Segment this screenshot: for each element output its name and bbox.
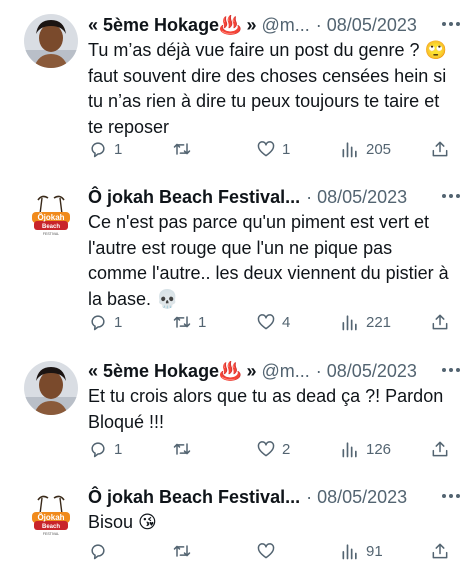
action-bar: 1 1 4 221 bbox=[88, 310, 456, 334]
reply-count: 1 bbox=[114, 140, 123, 158]
views-icon bbox=[342, 142, 357, 158]
like-count: 2 bbox=[282, 440, 291, 458]
like-button[interactable]: 2 bbox=[256, 437, 290, 461]
action-bar: 1 1 205 bbox=[88, 137, 456, 161]
action-bar: 91 bbox=[88, 539, 456, 563]
views-icon bbox=[342, 442, 357, 458]
views-count: 221 bbox=[366, 313, 392, 331]
tweet-text: Et tu crois alors que tu as dead ça ?! P… bbox=[88, 386, 444, 432]
avatar[interactable]: Ôjokah Beach FESTIVAL bbox=[24, 188, 78, 242]
separator-dot: · bbox=[306, 486, 313, 507]
reply-icon bbox=[91, 544, 105, 560]
tweet-header: « 5ème Hokage♨️ » @m... · 08/05/2023 bbox=[88, 12, 460, 38]
reply-button[interactable]: 1 bbox=[88, 310, 122, 334]
tweet-text: Tu m’as déjà vue faire un post du genre … bbox=[88, 40, 447, 137]
like-icon bbox=[257, 314, 275, 330]
more-icon[interactable] bbox=[440, 362, 462, 378]
like-button[interactable]: 1 bbox=[256, 137, 290, 161]
avatar[interactable] bbox=[24, 361, 78, 415]
separator-dot: · bbox=[306, 186, 313, 207]
retweet-icon bbox=[173, 545, 191, 557]
tweet-date[interactable]: 08/05/2023 bbox=[317, 187, 407, 208]
views-count: 205 bbox=[366, 140, 392, 158]
like-icon bbox=[257, 543, 275, 559]
tweet-date[interactable]: 08/05/2023 bbox=[327, 361, 417, 382]
tweet-text: Ce n'est pas parce qu'un piment est vert… bbox=[88, 212, 449, 309]
svg-text:FESTIVAL: FESTIVAL bbox=[43, 232, 59, 236]
share-button[interactable] bbox=[430, 137, 450, 161]
retweet-icon bbox=[173, 316, 191, 328]
svg-text:Beach: Beach bbox=[42, 224, 60, 230]
views-button[interactable]: 126 bbox=[340, 437, 391, 461]
like-button[interactable] bbox=[256, 539, 282, 563]
reply-count: 1 bbox=[114, 313, 123, 331]
display-name[interactable]: Ô jokah Beach Festival... bbox=[88, 487, 300, 508]
views-count: 91 bbox=[366, 542, 383, 560]
reply-button[interactable]: 1 bbox=[88, 437, 122, 461]
like-icon bbox=[257, 441, 275, 457]
share-button[interactable] bbox=[430, 539, 450, 563]
share-icon bbox=[432, 441, 448, 457]
tweet-text: Bisou 😘 bbox=[88, 512, 157, 532]
tweet-date[interactable]: 08/05/2023 bbox=[327, 15, 417, 36]
like-count: 1 bbox=[282, 140, 291, 158]
tweet[interactable]: « 5ème Hokage♨️ » @m... · 08/05/2023 Et … bbox=[0, 358, 474, 468]
share-icon bbox=[432, 141, 448, 157]
tweet[interactable]: « 5ème Hokage♨️ » @m... · 08/05/2023 Tu … bbox=[0, 12, 474, 172]
like-button[interactable]: 4 bbox=[256, 310, 290, 334]
display-name[interactable]: « 5ème Hokage♨️ » bbox=[88, 15, 257, 36]
user-handle[interactable]: @m... bbox=[262, 15, 310, 36]
more-icon[interactable] bbox=[440, 488, 462, 504]
avatar[interactable] bbox=[24, 14, 78, 68]
more-icon[interactable] bbox=[440, 16, 462, 32]
views-count: 126 bbox=[366, 440, 392, 458]
views-button[interactable]: 205 bbox=[340, 137, 391, 161]
retweet-icon bbox=[173, 143, 191, 155]
reply-icon bbox=[91, 442, 105, 458]
share-button[interactable] bbox=[430, 437, 450, 461]
reply-button[interactable]: 1 bbox=[88, 137, 122, 161]
reply-button[interactable] bbox=[88, 539, 114, 563]
like-count: 4 bbox=[282, 313, 291, 331]
tweet[interactable]: Ôjokah Beach FESTIVAL Ô jokah Beach Fest… bbox=[0, 484, 474, 579]
tweet-header: Ô jokah Beach Festival... · 08/05/2023 bbox=[88, 484, 460, 510]
tweet-header: « 5ème Hokage♨️ » @m... · 08/05/2023 bbox=[88, 358, 460, 384]
separator-dot: · bbox=[315, 14, 322, 35]
retweet-button[interactable]: 1 bbox=[172, 310, 206, 334]
reply-icon bbox=[91, 315, 105, 331]
tweet[interactable]: Ôjokah Beach FESTIVAL Ô jokah Beach Fest… bbox=[0, 184, 474, 346]
views-icon bbox=[342, 544, 357, 560]
action-bar: 1 2 126 bbox=[88, 437, 456, 461]
tweet-date[interactable]: 08/05/2023 bbox=[317, 487, 407, 508]
retweet-button[interactable] bbox=[172, 437, 198, 461]
retweet-icon bbox=[173, 443, 191, 455]
reply-icon bbox=[91, 142, 105, 158]
user-handle[interactable]: @m... bbox=[262, 361, 310, 382]
svg-text:Ôjokah: Ôjokah bbox=[37, 213, 64, 222]
share-icon bbox=[432, 314, 448, 330]
retweet-button[interactable] bbox=[172, 539, 198, 563]
views-button[interactable]: 221 bbox=[340, 310, 391, 334]
avatar[interactable]: Ôjokah Beach FESTIVAL bbox=[24, 488, 78, 542]
tweet-header: Ô jokah Beach Festival... · 08/05/2023 bbox=[88, 184, 460, 210]
views-icon bbox=[342, 315, 357, 331]
more-icon[interactable] bbox=[440, 188, 462, 204]
retweet-button[interactable] bbox=[172, 137, 198, 161]
display-name[interactable]: Ô jokah Beach Festival... bbox=[88, 187, 300, 208]
like-icon bbox=[257, 141, 275, 157]
svg-text:Beach: Beach bbox=[42, 524, 60, 530]
share-button[interactable] bbox=[430, 310, 450, 334]
svg-text:FESTIVAL: FESTIVAL bbox=[43, 532, 59, 536]
share-icon bbox=[432, 543, 448, 559]
display-name[interactable]: « 5ème Hokage♨️ » bbox=[88, 361, 257, 382]
svg-text:Ôjokah: Ôjokah bbox=[37, 513, 64, 522]
retweet-count: 1 bbox=[198, 313, 207, 331]
separator-dot: · bbox=[315, 360, 322, 381]
reply-count: 1 bbox=[114, 440, 123, 458]
views-button[interactable]: 91 bbox=[340, 539, 383, 563]
